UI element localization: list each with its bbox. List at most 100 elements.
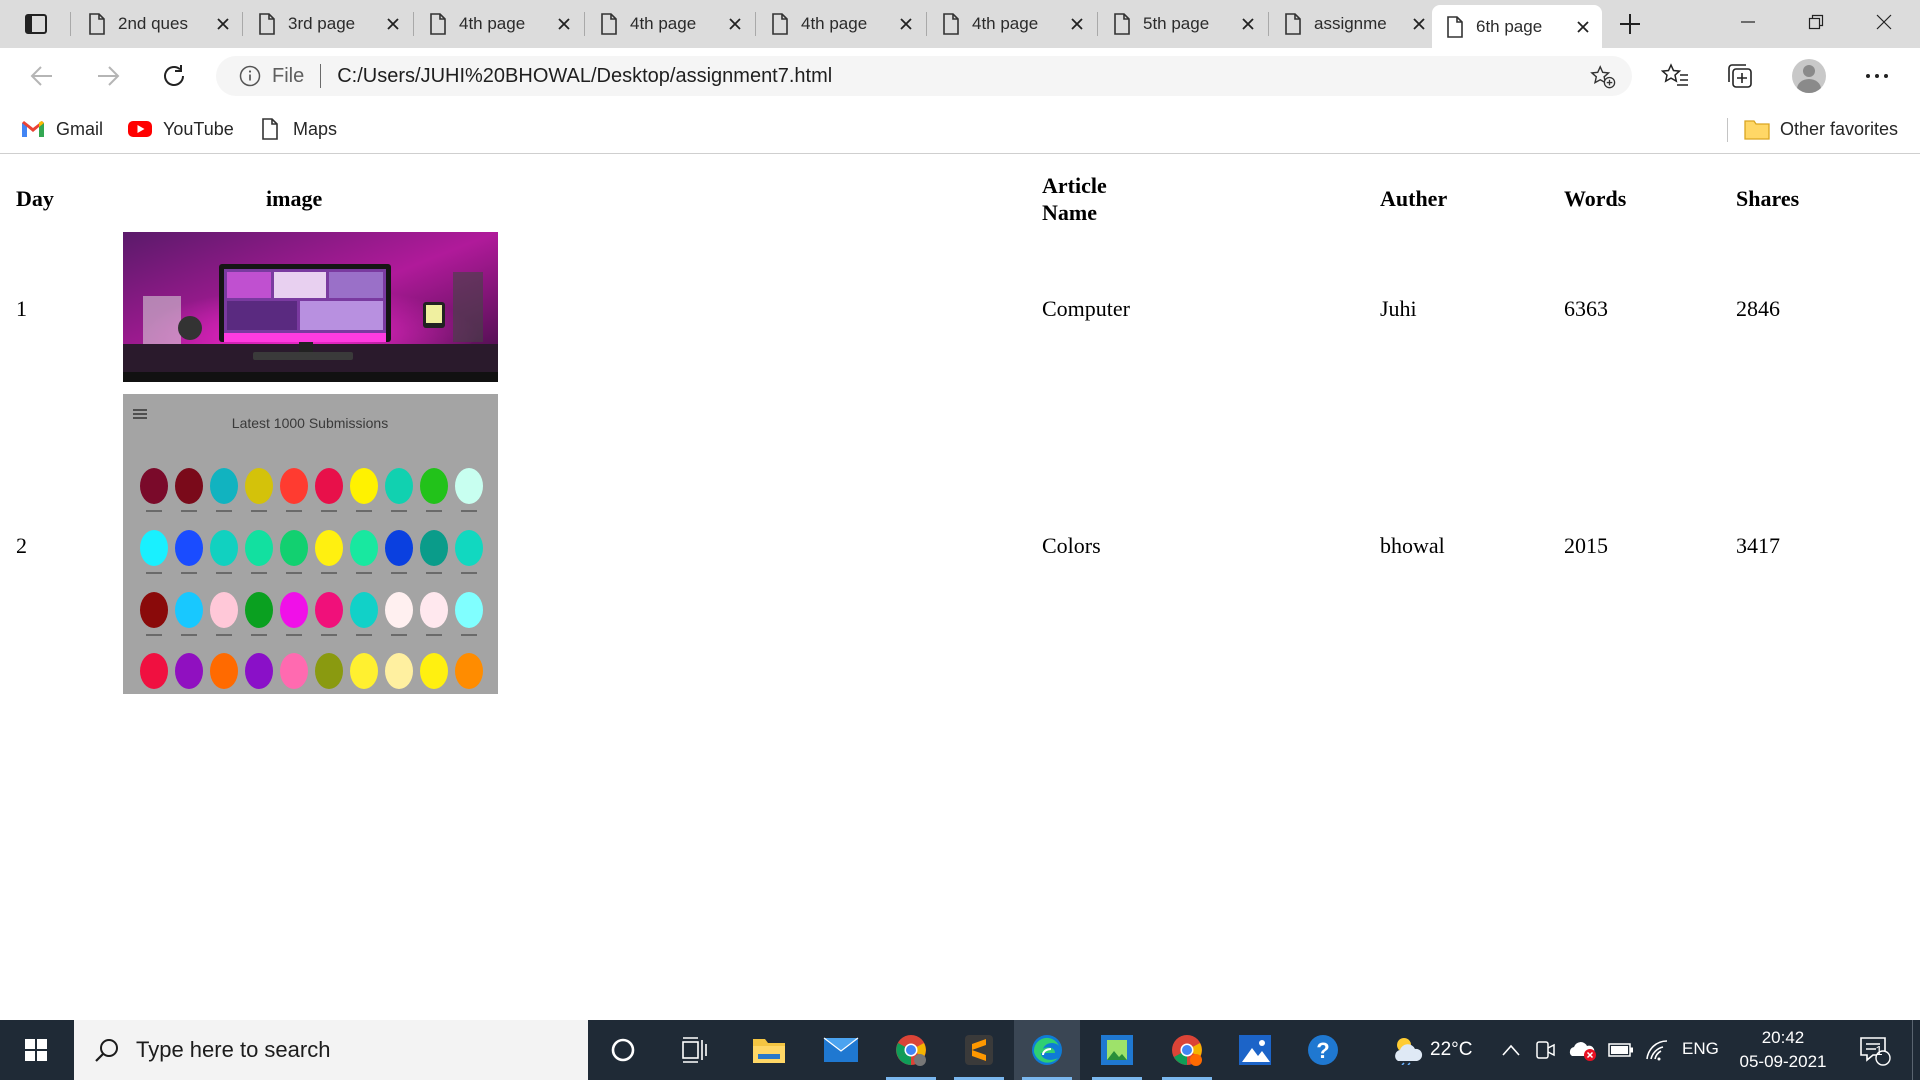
network-button[interactable]: [1640, 1020, 1674, 1080]
taskbar-get-help[interactable]: ?: [1290, 1020, 1356, 1080]
scheme-label: File: [272, 64, 305, 87]
meet-now-button[interactable]: [1530, 1020, 1560, 1080]
color-swatch: [175, 653, 203, 689]
address-bar[interactable]: File C:/Users/JUHI%20BHOWAL/Desktop/assi…: [216, 56, 1632, 96]
swatch-caption: [356, 572, 372, 574]
help-icon: ?: [1308, 1035, 1338, 1065]
language-indicator[interactable]: ENG: [1682, 1039, 1719, 1059]
taskbar-chrome[interactable]: [878, 1020, 944, 1080]
bookmark-youtube[interactable]: YouTube: [127, 114, 234, 144]
header-image: image: [266, 186, 323, 211]
profile-button[interactable]: [1789, 58, 1829, 94]
battery-button[interactable]: [1604, 1020, 1638, 1080]
clock-date: 05-09-2021: [1739, 1052, 1827, 1071]
forward-button[interactable]: [88, 58, 128, 94]
other-favorites[interactable]: Other favorites: [1744, 114, 1898, 144]
tab-assignment[interactable]: assignme: [1270, 6, 1438, 42]
minimize-icon: [1741, 21, 1755, 23]
browser-toolbar: File C:/Users/JUHI%20BHOWAL/Desktop/assi…: [0, 48, 1920, 104]
swatch-caption: [251, 634, 267, 636]
new-tab-button[interactable]: [1616, 10, 1644, 38]
taskbar-mail[interactable]: [808, 1020, 874, 1080]
refresh-icon: [164, 65, 184, 86]
start-button[interactable]: [0, 1020, 72, 1080]
color-swatch: [245, 468, 273, 504]
taskbar-photos-viewer[interactable]: [1084, 1020, 1150, 1080]
tab-separator: [242, 12, 243, 36]
close-icon[interactable]: [212, 13, 234, 35]
close-icon[interactable]: [724, 13, 746, 35]
close-icon[interactable]: [553, 13, 575, 35]
color-swatch: [350, 530, 378, 566]
color-swatch: [210, 468, 238, 504]
tab-4th-page[interactable]: 4th page: [928, 6, 1096, 42]
restore-icon: [1808, 14, 1824, 30]
close-icon[interactable]: [1408, 13, 1430, 35]
close-icon[interactable]: [1066, 13, 1088, 35]
onedrive-button[interactable]: [1566, 1020, 1600, 1080]
url-text[interactable]: C:/Users/JUHI%20BHOWAL/Desktop/assignmen…: [337, 65, 832, 88]
show-desktop-button[interactable]: [1912, 1020, 1920, 1080]
meet-now-icon: [1536, 1041, 1555, 1059]
tab-4th-page[interactable]: 4th page: [415, 6, 583, 42]
taskbar: Type here to search ? 22°C ENG 20:42 05-…: [0, 1020, 1920, 1080]
color-swatch: [315, 592, 343, 628]
bookmark-gmail[interactable]: Gmail: [20, 114, 103, 144]
tab-3rd-page[interactable]: 3rd page: [244, 6, 412, 42]
swatch-caption: [181, 634, 197, 636]
youtube-icon: [127, 116, 153, 142]
favorites-button[interactable]: [1655, 58, 1695, 94]
color-swatch: [245, 530, 273, 566]
bookmark-maps[interactable]: Maps: [257, 114, 337, 144]
color-swatch: [455, 468, 483, 504]
color-swatch: [210, 592, 238, 628]
show-hidden-icons-button[interactable]: [1496, 1020, 1526, 1080]
row2-article: Colors: [1042, 533, 1101, 558]
color-swatch: [350, 592, 378, 628]
taskbar-sublime-text[interactable]: [946, 1020, 1012, 1080]
close-icon[interactable]: [1237, 13, 1259, 35]
taskbar-edge[interactable]: [1014, 1020, 1080, 1080]
weather-widget[interactable]: [1378, 1020, 1438, 1080]
minimize-button[interactable]: [1714, 0, 1782, 44]
refresh-button[interactable]: [154, 58, 194, 94]
close-window-button[interactable]: [1850, 0, 1918, 44]
add-favorite-button[interactable]: [1590, 64, 1616, 90]
color-swatch: [455, 530, 483, 566]
tab-title: 5th page: [1143, 14, 1210, 33]
arrow-right-icon: [98, 66, 120, 86]
settings-menu-button[interactable]: [1857, 58, 1897, 94]
close-icon[interactable]: [1572, 16, 1594, 38]
notifications-button[interactable]: 1: [1852, 1020, 1898, 1080]
collections-button[interactable]: [1720, 58, 1760, 94]
color-swatch: [280, 530, 308, 566]
back-button[interactable]: [22, 58, 62, 94]
tab-6th-page[interactable]: 6th page: [1432, 5, 1602, 48]
swatch-caption: [181, 510, 197, 512]
page-icon: [89, 13, 105, 35]
taskbar-chrome-profile[interactable]: [1154, 1020, 1220, 1080]
row2-author: bhowal: [1380, 533, 1445, 558]
tab-4th-page[interactable]: 4th page: [757, 6, 925, 42]
header-day: Day: [16, 186, 54, 211]
color-swatch: [385, 468, 413, 504]
cortana-button[interactable]: [590, 1020, 656, 1080]
weather-temperature[interactable]: 22°C: [1430, 1039, 1472, 1061]
tab-title: 4th page: [459, 14, 526, 33]
close-icon[interactable]: [895, 13, 917, 35]
taskbar-file-explorer[interactable]: [736, 1020, 802, 1080]
tab-title: 4th page: [801, 14, 868, 33]
tab-2nd-ques[interactable]: 2nd ques: [74, 6, 242, 42]
info-icon[interactable]: [238, 64, 262, 88]
bookmark-label: YouTube: [163, 118, 234, 139]
tab-actions-button[interactable]: [14, 8, 58, 40]
task-view-button[interactable]: [662, 1020, 728, 1080]
taskbar-photos[interactable]: [1222, 1020, 1288, 1080]
taskbar-search[interactable]: Type here to search: [74, 1020, 588, 1080]
clock[interactable]: 20:42 05-09-2021: [1728, 1020, 1838, 1080]
close-icon[interactable]: [382, 13, 404, 35]
tab-5th-page[interactable]: 5th page: [1099, 6, 1267, 42]
restore-button[interactable]: [1782, 0, 1850, 44]
tab-4th-page[interactable]: 4th page: [586, 6, 754, 42]
header-author: Auther: [1380, 186, 1448, 211]
